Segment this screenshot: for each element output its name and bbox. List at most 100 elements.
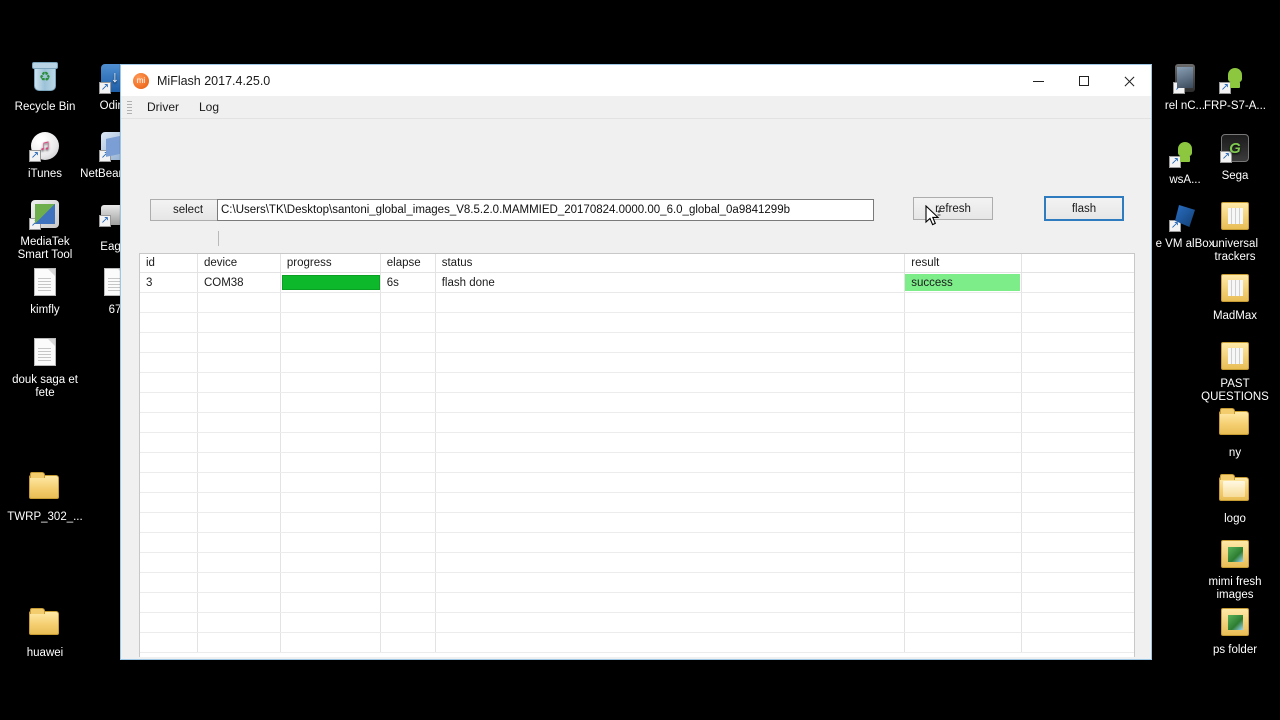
desktop-icon-left-9[interactable]: TWRP_302_...	[6, 470, 84, 524]
folder-icon	[1219, 342, 1251, 374]
column-header-result[interactable]: result	[905, 254, 1023, 272]
grid-empty-row[interactable]	[140, 333, 1134, 353]
mediatek-smart-tool-icon	[29, 200, 61, 232]
cell-empty	[1022, 453, 1134, 472]
cell-empty	[281, 393, 381, 412]
grid-empty-row[interactable]	[140, 313, 1134, 333]
cell-empty	[140, 373, 198, 392]
cell-empty	[198, 513, 281, 532]
desktop-icon-right-7[interactable]: PAST QUESTIONS	[1196, 340, 1274, 404]
grid-empty-row[interactable]	[140, 373, 1134, 393]
status-badge: success	[905, 274, 1021, 291]
cell-empty	[905, 433, 1023, 452]
android-icon	[1219, 64, 1249, 94]
column-header-status[interactable]: status	[436, 254, 906, 272]
menu-item-log[interactable]: Log	[189, 98, 229, 116]
grid-empty-row[interactable]	[140, 353, 1134, 373]
desktop-icon-left-0[interactable]: Recycle Bin	[6, 62, 84, 114]
folder-icon	[1219, 274, 1251, 306]
minimize-icon	[1033, 80, 1044, 82]
cell-empty	[905, 413, 1023, 432]
grid-empty-row[interactable]	[140, 533, 1134, 553]
desktop-icon-left-6[interactable]: kimfly	[6, 266, 84, 317]
cell-empty	[1022, 533, 1134, 552]
grid-empty-row[interactable]	[140, 573, 1134, 593]
desktop-icon-left-2[interactable]: iTunes	[6, 130, 84, 181]
menu-item-driver[interactable]: Driver	[137, 98, 189, 116]
miflash-window: MiFlash 2017.4.25.0 Driver Log select C:…	[120, 64, 1152, 660]
grid-empty-row[interactable]	[140, 493, 1134, 513]
grid-empty-row[interactable]	[140, 553, 1134, 573]
grid-empty-row[interactable]	[140, 433, 1134, 453]
desktop-icon-right-6[interactable]: MadMax	[1196, 272, 1274, 323]
cell-empty	[436, 633, 906, 652]
cell-empty	[140, 593, 198, 612]
cell-empty	[381, 413, 436, 432]
cell-empty	[905, 373, 1023, 392]
close-button[interactable]	[1106, 65, 1151, 97]
desktop-icon-right-9[interactable]: logo	[1196, 472, 1274, 526]
itunes-icon	[29, 132, 61, 164]
desktop-icon-label: iTunes	[27, 168, 63, 180]
cell-empty	[436, 533, 906, 552]
sega-icon	[1219, 134, 1251, 166]
minimize-button[interactable]	[1016, 65, 1061, 97]
desktop-icon-left-10[interactable]: huawei	[6, 606, 84, 660]
desktop-icon-right-3[interactable]: Sega	[1196, 132, 1274, 183]
column-header-elapse[interactable]: elapse	[381, 254, 436, 272]
rom-path-input[interactable]: C:\Users\TK\Desktop\santoni_global_image…	[217, 199, 874, 221]
cell-empty	[905, 293, 1023, 312]
grid-empty-row[interactable]	[140, 513, 1134, 533]
column-header-id[interactable]: id	[140, 254, 198, 272]
grid-row[interactable]: 3 COM38 6s flash done success	[140, 273, 1134, 293]
flash-button[interactable]: flash	[1044, 196, 1124, 221]
desktop-icon-right-8[interactable]: ny	[1196, 406, 1274, 460]
column-header-device[interactable]: device	[198, 254, 281, 272]
folder-icon	[1221, 540, 1249, 568]
cell-empty	[436, 293, 906, 312]
folder-icon	[1219, 408, 1251, 443]
cell-empty	[281, 613, 381, 632]
refresh-button[interactable]: refresh	[913, 197, 993, 220]
grid-empty-row[interactable]	[140, 393, 1134, 413]
android-icon	[1219, 64, 1251, 96]
grid-empty-row[interactable]	[140, 453, 1134, 473]
folder-icon	[1221, 202, 1249, 230]
device-flash-grid[interactable]: id device progress elapse status result …	[139, 253, 1135, 657]
cell-empty	[905, 553, 1023, 572]
cell-empty	[281, 573, 381, 592]
cell-empty	[1022, 353, 1134, 372]
cell-empty	[140, 633, 198, 652]
maximize-button[interactable]	[1061, 65, 1106, 97]
select-button[interactable]: select	[150, 199, 226, 221]
grid-empty-row[interactable]	[140, 613, 1134, 633]
cell-empty	[905, 613, 1023, 632]
cell-empty	[905, 493, 1023, 512]
cell-empty	[281, 473, 381, 492]
column-header-progress[interactable]: progress	[281, 254, 381, 272]
desktop-icon-right-5[interactable]: universal trackers	[1196, 200, 1274, 264]
cell-empty	[436, 553, 906, 572]
cell-empty	[1022, 553, 1134, 572]
desktop-icon-left-8[interactable]: douk saga et fete	[6, 336, 84, 400]
desktop-icon-label: ps folder	[1212, 644, 1258, 656]
cell-empty	[281, 333, 381, 352]
cell-empty	[381, 613, 436, 632]
cell-empty	[436, 393, 906, 412]
cell-empty	[436, 313, 906, 332]
window-titlebar[interactable]: MiFlash 2017.4.25.0	[121, 64, 1151, 96]
grid-empty-row[interactable]	[140, 633, 1134, 653]
desktop-icon-right-11[interactable]: ps folder	[1196, 606, 1274, 657]
cell-empty	[198, 373, 281, 392]
menu-grip-icon[interactable]	[127, 100, 132, 114]
recycle-bin-icon	[32, 62, 58, 91]
grid-empty-row[interactable]	[140, 413, 1134, 433]
folder-icon	[1219, 540, 1251, 572]
desktop-icon-left-4[interactable]: MediaTek Smart Tool	[6, 198, 84, 262]
column-header-extra[interactable]	[1022, 254, 1134, 272]
grid-empty-row[interactable]	[140, 473, 1134, 493]
desktop-icon-right-1[interactable]: FRP-S7-A...	[1196, 62, 1274, 113]
desktop-icon-right-10[interactable]: mimi fresh images	[1196, 538, 1274, 602]
grid-empty-row[interactable]	[140, 593, 1134, 613]
grid-empty-row[interactable]	[140, 293, 1134, 313]
